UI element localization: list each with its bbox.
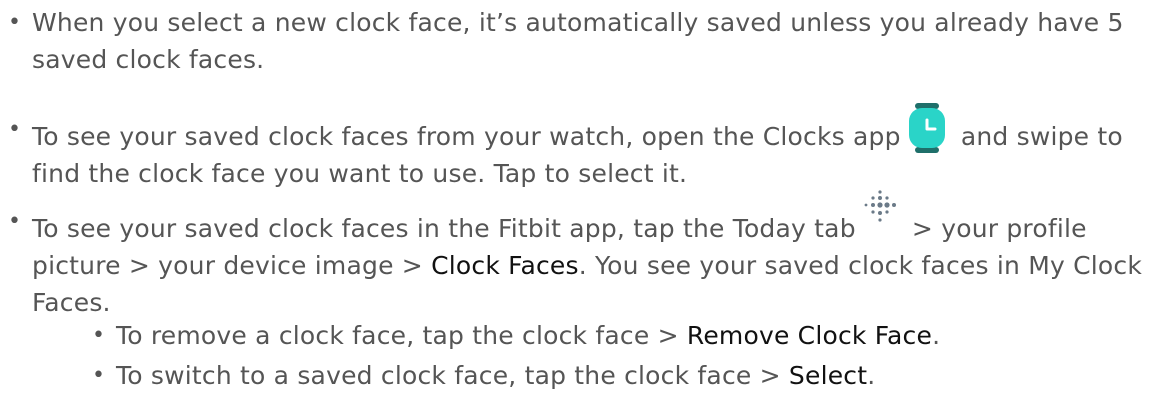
- auto-save-text: When you select a new clock face, it’s a…: [32, 8, 1124, 74]
- clock-faces-menu-label: Clock Faces: [431, 251, 579, 280]
- list-item-text: To see your saved clock faces from your …: [32, 103, 1160, 192]
- select-instructions: To switch to a saved clock face, tap the…: [116, 361, 789, 390]
- list-item-text: To switch to a saved clock face, tap the…: [116, 357, 1146, 394]
- bullet-dot: •: [8, 10, 22, 35]
- watch-instructions-start: To see your saved clock faces from your …: [32, 122, 901, 151]
- help-document: • When you select a new clock face, it’s…: [0, 0, 1162, 410]
- select-label: Select: [788, 361, 868, 390]
- remove-clock-face-label: Remove Clock Face: [686, 321, 933, 350]
- bullet-dot: •: [92, 323, 106, 348]
- remove-instructions: To remove a clock face, tap the clock fa…: [116, 321, 687, 350]
- app-instructions-start: To see your saved clock faces in the Fit…: [32, 214, 856, 243]
- list-item-text: To see your saved clock faces in the Fit…: [32, 190, 1160, 321]
- bullet-dot: •: [92, 363, 106, 388]
- bullet-dot: •: [8, 117, 22, 142]
- list-item-text: When you select a new clock face, it’s a…: [32, 4, 1160, 78]
- select-instructions-end: .: [867, 361, 876, 390]
- list-item-text: To remove a clock face, tap the clock fa…: [116, 317, 1146, 354]
- clocks-app-icon: [907, 103, 947, 155]
- fitbit-today-tab-icon: [862, 190, 898, 239]
- bullet-dot: •: [8, 209, 22, 234]
- remove-instructions-end: .: [932, 321, 941, 350]
